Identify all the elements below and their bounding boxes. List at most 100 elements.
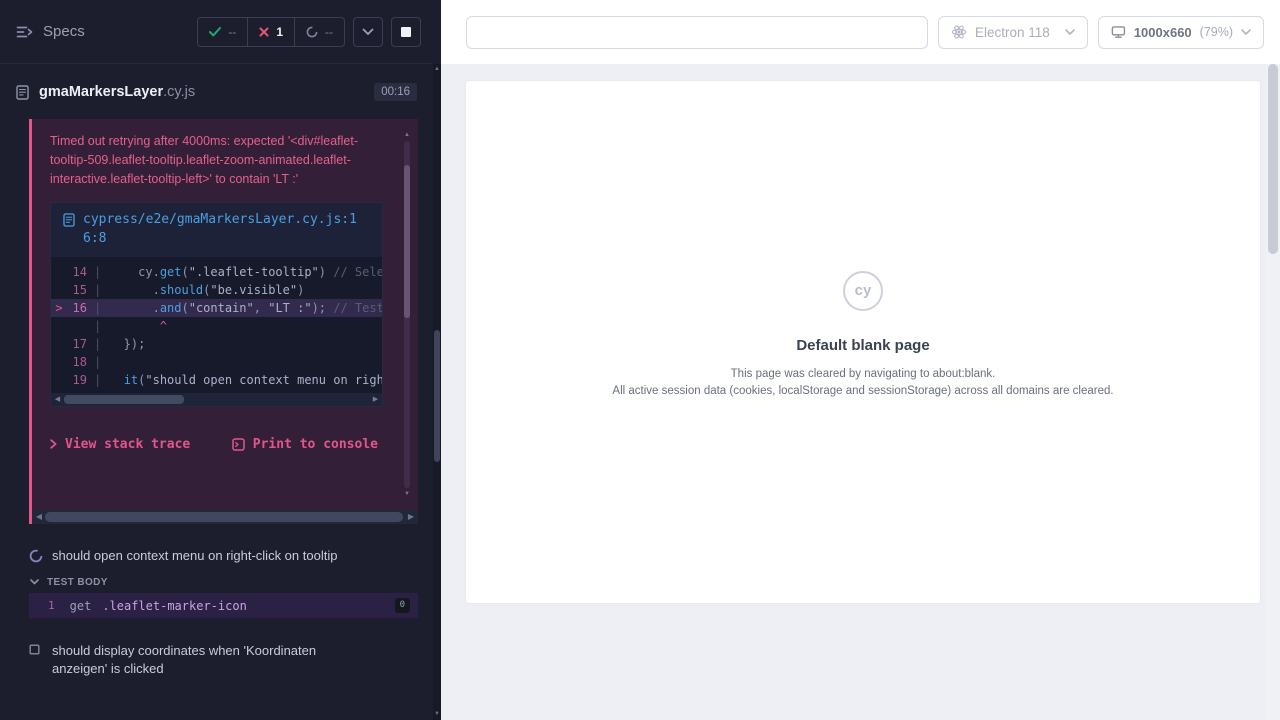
preferences-chevron-button[interactable] <box>353 17 383 47</box>
address-bar[interactable] <box>466 16 928 49</box>
stop-button[interactable] <box>391 17 421 47</box>
x-icon <box>259 27 269 37</box>
scroll-down-icon[interactable]: ▼ <box>433 711 441 717</box>
stat-failed: 1 <box>247 18 294 46</box>
running-spinner-icon <box>29 549 43 565</box>
error-message: Timed out retrying after 4000ms: expecte… <box>32 119 418 198</box>
cypress-logo-text: cy <box>855 282 872 299</box>
code-frame-file-link[interactable]: cypress/e2e/gmaMarkersLayer.cy.js:16:8 <box>51 203 382 257</box>
command-method: get <box>70 599 92 613</box>
check-icon <box>209 27 221 37</box>
stat-passed: -- <box>198 18 247 46</box>
blank-page-line1: This page was cleared by navigating to a… <box>612 366 1113 383</box>
code-frame-hscrollbar[interactable]: ◀ ▶ <box>51 393 382 406</box>
specs-label: Specs <box>43 23 85 40</box>
stack-trace-label: View stack trace <box>65 437 190 452</box>
vscrollbar-track[interactable] <box>404 141 410 488</box>
view-stack-trace-link[interactable]: View stack trace <box>50 437 190 452</box>
pending-count: -- <box>325 25 333 39</box>
app-stage: Electron 118 1000x660 (79%) <box>441 0 1280 720</box>
chevron-down-icon <box>362 28 374 36</box>
console-icon <box>232 438 245 451</box>
scroll-down-icon[interactable]: ▼ <box>404 490 410 498</box>
browser-label: Electron 118 <box>975 25 1050 40</box>
window-scrollbar[interactable] <box>1266 64 1280 720</box>
window-scrollbar-thumb[interactable] <box>1268 64 1278 254</box>
specs-menu-icon <box>16 25 33 39</box>
scroll-up-icon[interactable]: ▲ <box>404 131 410 139</box>
test-title: should open context menu on right-click … <box>52 547 337 565</box>
hscrollbar-thumb[interactable] <box>64 395 184 404</box>
failed-count: 1 <box>276 25 283 39</box>
test-body-toggle[interactable]: TEST BODY <box>30 572 108 592</box>
code-line: >16| .and("contain", "LT :"); // Test <box>51 299 382 317</box>
test-item-pending[interactable]: should display coordinates when 'Koordin… <box>0 636 425 684</box>
vscrollbar-thumb[interactable] <box>404 165 410 318</box>
chevron-down-icon <box>1065 29 1075 35</box>
error-actions: View stack trace Print to console <box>32 407 418 452</box>
print-console-label: Print to console <box>253 437 378 452</box>
reporter-hscrollbar[interactable]: ◀ ▶ <box>32 510 418 524</box>
cypress-logo: cy <box>843 271 883 311</box>
viewport-icon <box>1111 25 1126 39</box>
code-line: | ^ <box>51 317 382 335</box>
viewport-selector[interactable]: 1000x660 (79%) <box>1098 16 1264 49</box>
code-line: 19| it("should open context menu on righ <box>51 371 382 389</box>
stat-pending: -- <box>294 18 344 46</box>
chevron-right-icon <box>50 439 57 449</box>
cypress-runner-window: Specs -- 1 <box>0 0 1280 720</box>
file-icon <box>63 213 75 249</box>
chevron-down-icon <box>30 579 39 585</box>
code-frame-file-path: cypress/e2e/gmaMarkersLayer.cy.js:16:8 <box>83 211 370 249</box>
test-stats: -- 1 -- <box>197 17 345 47</box>
code-lines: 14| cy.get(".leaflet-tooltip") // Sele15… <box>51 257 382 391</box>
reporter-hscrollbar-thumb[interactable] <box>45 512 403 522</box>
reporter-vscrollbar[interactable]: ▲ ▼ <box>433 64 441 720</box>
viewport-scale: (79%) <box>1200 25 1233 39</box>
electron-icon <box>951 24 967 40</box>
spec-name: gmaMarkersLayer.cy.js <box>39 84 195 100</box>
error-panel: Timed out retrying after 4000ms: expecte… <box>32 119 418 510</box>
scroll-right-icon[interactable]: ▶ <box>369 393 382 406</box>
code-line: 15| .should("be.visible") <box>51 281 382 299</box>
code-frame: cypress/e2e/gmaMarkersLayer.cy.js:16:8 1… <box>50 202 383 407</box>
command-log-entry[interactable]: 1 get .leaflet-marker-icon 0 <box>29 593 418 619</box>
test-title: should display coordinates when 'Koordin… <box>52 642 365 678</box>
command-target: .leaflet-marker-icon <box>102 599 247 613</box>
pending-test-icon <box>29 644 43 678</box>
failed-test-attempt: Timed out retrying after 4000ms: expecte… <box>29 119 418 524</box>
stop-icon <box>401 27 411 37</box>
scroll-up-icon[interactable]: ▲ <box>433 66 441 72</box>
pending-circle-icon <box>306 26 318 38</box>
blank-page-title: Default blank page <box>612 337 1113 354</box>
scroll-right-icon[interactable]: ▶ <box>404 510 418 524</box>
scroll-left-icon[interactable]: ◀ <box>51 393 64 406</box>
command-badge: 0 <box>395 598 410 613</box>
reporter-vscrollbar-thumb[interactable] <box>434 330 440 462</box>
chevron-down-icon <box>1241 29 1251 35</box>
browser-selector[interactable]: Electron 118 <box>938 16 1088 49</box>
reporter-sidebar: Specs -- 1 <box>0 0 441 720</box>
blank-page-message: cy Default blank page This page was clea… <box>612 271 1113 399</box>
url-toolbar: Electron 118 1000x660 (79%) <box>441 0 1280 64</box>
spec-file-icon <box>16 85 29 100</box>
viewport-size: 1000x660 <box>1134 25 1192 40</box>
error-vscrollbar[interactable]: ▲ ▼ <box>403 131 411 498</box>
passed-count: -- <box>228 25 236 39</box>
code-line: 17| }); <box>51 335 382 353</box>
spec-extension: .cy.js <box>163 84 195 100</box>
test-body-label: TEST BODY <box>47 577 108 588</box>
print-to-console-button[interactable]: Print to console <box>232 437 378 452</box>
scroll-left-icon[interactable]: ◀ <box>32 510 46 524</box>
blank-page-line2: All active session data (cookies, localS… <box>612 383 1113 400</box>
test-item-running[interactable]: should open context menu on right-click … <box>0 541 425 571</box>
specs-list-toggle[interactable]: Specs <box>16 23 85 40</box>
reporter-header: Specs -- 1 <box>0 0 433 64</box>
aut-iframe: cy Default blank page This page was clea… <box>466 81 1260 603</box>
spec-timer: 00:16 <box>374 83 417 101</box>
spec-basename: gmaMarkersLayer <box>39 84 163 100</box>
code-line: 14| cy.get(".leaflet-tooltip") // Sele <box>51 263 382 281</box>
command-number: 1 <box>48 599 55 612</box>
code-line: 18| <box>51 353 382 371</box>
spec-header[interactable]: gmaMarkersLayer.cy.js 00:16 <box>0 65 433 119</box>
